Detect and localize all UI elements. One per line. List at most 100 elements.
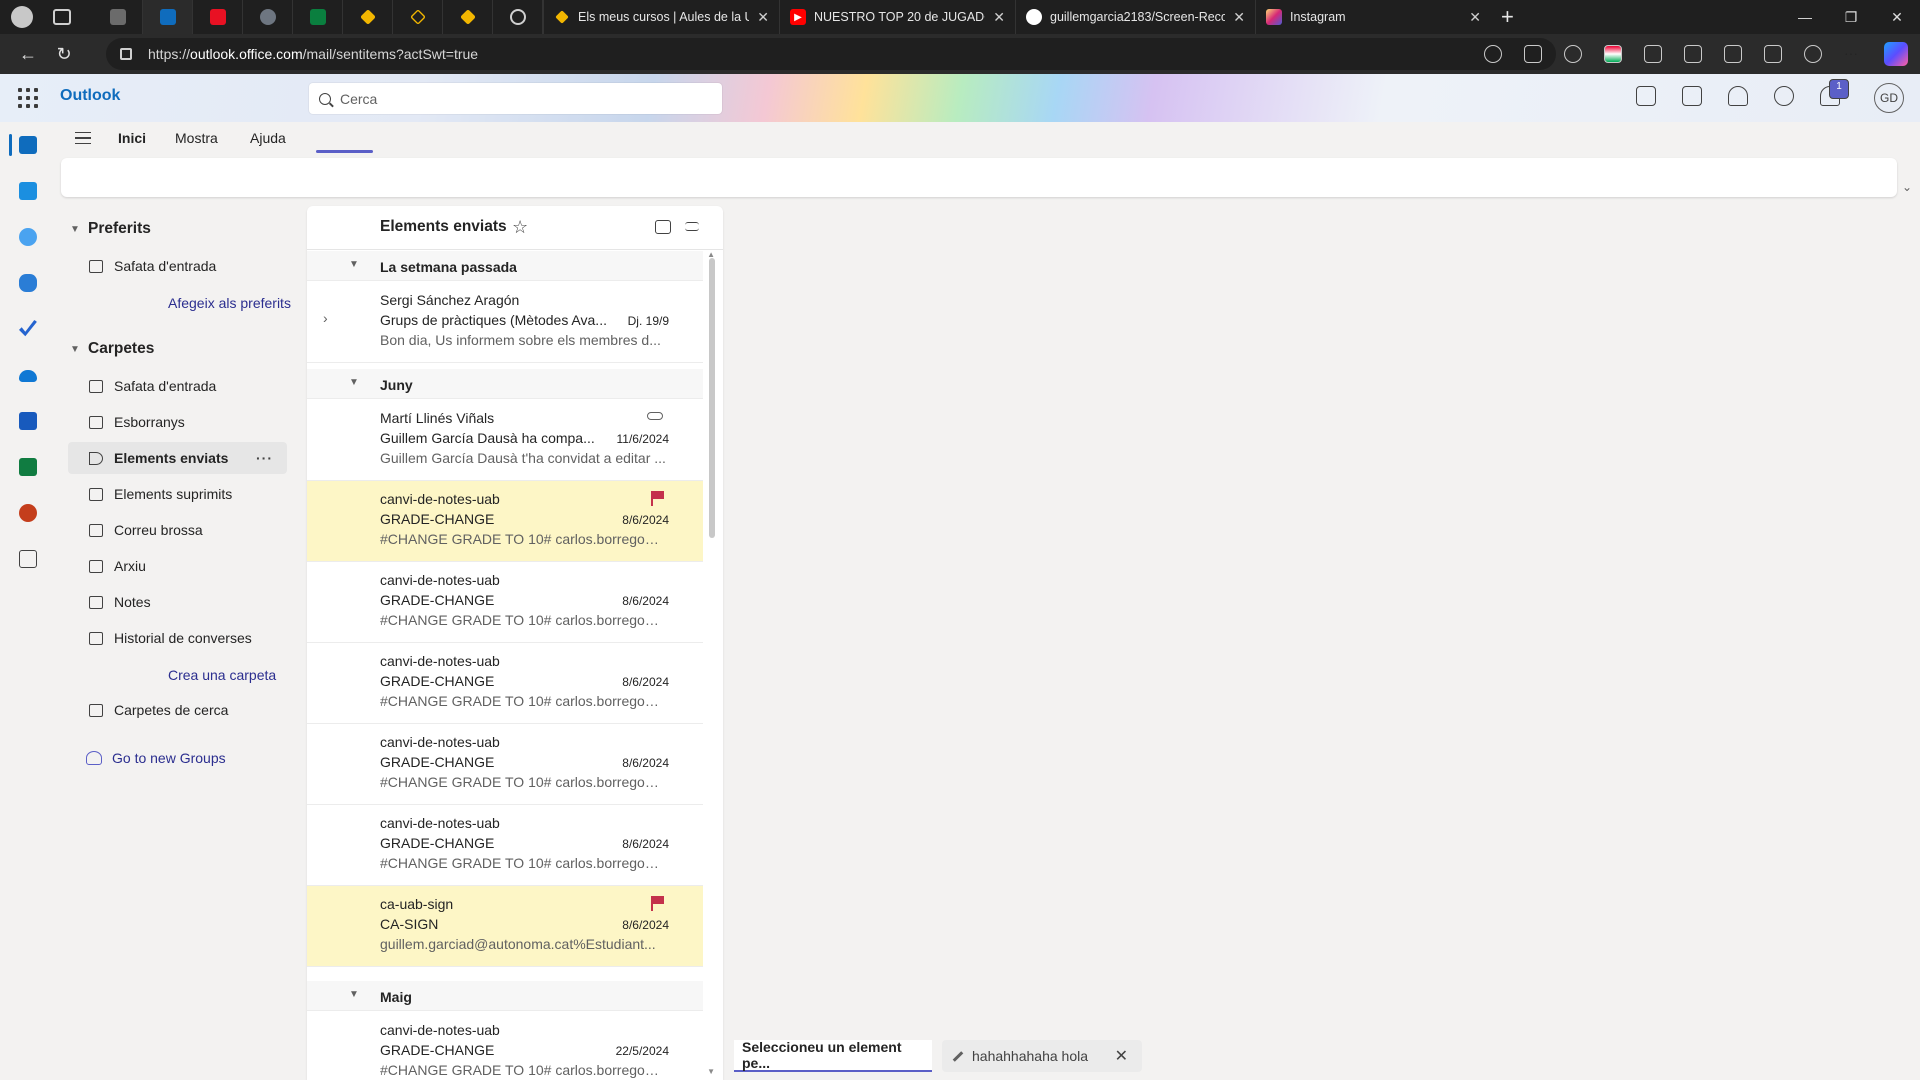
list-item[interactable]: ca-uab-sign CA-SIGN 8/6/2024 guillem.gar…	[307, 886, 703, 967]
restore-button[interactable]: ❐	[1828, 0, 1874, 34]
workspaces-icon[interactable]	[53, 9, 71, 25]
group-header[interactable]: ▼ Maig	[307, 981, 703, 1011]
list-item[interactable]: canvi-de-notes-uab GRADE-CHANGE 22/5/202…	[307, 1012, 703, 1080]
list-item[interactable]: canvi-de-notes-uab GRADE-CHANGE 8/6/2024…	[307, 562, 703, 643]
pinned-tab[interactable]	[93, 0, 143, 34]
performance-icon[interactable]	[1804, 45, 1822, 63]
close-window-button[interactable]: ✕	[1874, 0, 1920, 34]
more-icon[interactable]: ···	[1844, 45, 1862, 63]
folders-section-header[interactable]: ▼ Carpetes	[70, 340, 154, 358]
pinned-tab[interactable]	[293, 0, 343, 34]
more-apps-icon[interactable]	[19, 550, 37, 568]
favorite-star-icon[interactable]: ☆	[512, 217, 528, 238]
tracking-icon[interactable]	[1484, 45, 1502, 63]
close-tab-icon[interactable]: ✕	[1469, 9, 1481, 26]
notifications-bell-icon[interactable]	[1728, 86, 1748, 106]
tab-ajuda[interactable]: Ajuda	[250, 130, 286, 146]
back-button[interactable]: ←	[10, 44, 46, 65]
scrollbar-thumb[interactable]	[709, 258, 715, 538]
add-favorite-link[interactable]: Afegeix als preferits	[168, 295, 291, 311]
onedrive-icon[interactable]	[19, 370, 37, 382]
flag-icon[interactable]	[651, 491, 664, 506]
search-input[interactable]: Cerca	[309, 83, 722, 114]
word-icon[interactable]	[19, 412, 37, 430]
folder-item-sent[interactable]: Elements enviats ···	[68, 442, 287, 474]
groups-icon[interactable]	[19, 274, 37, 292]
calendar-icon[interactable]	[19, 182, 37, 200]
tab-select-item[interactable]: Seleccioneu un element pe...	[734, 1039, 932, 1072]
pinned-tab[interactable]	[493, 0, 543, 34]
filter-icon[interactable]	[685, 222, 699, 231]
close-tab-icon[interactable]: ✕	[1233, 9, 1245, 26]
split-screen-icon[interactable]	[1684, 45, 1702, 63]
refresh-button[interactable]: ↻	[46, 44, 82, 65]
collections-icon[interactable]	[1764, 45, 1782, 63]
go-to-groups-link[interactable]: Go to new Groups	[86, 750, 226, 766]
folder-item-search-folders[interactable]: Carpetes de cerca	[68, 694, 287, 726]
list-item[interactable]: canvi-de-notes-uab GRADE-CHANGE 8/6/2024…	[307, 805, 703, 886]
pinned-tab[interactable]	[243, 0, 293, 34]
favorites-section-header[interactable]: ▼ Preferits	[70, 220, 151, 238]
tab-inici[interactable]: Inici	[118, 130, 146, 146]
folder-item-drafts[interactable]: Esborranys	[68, 406, 287, 438]
teams-icon[interactable]	[1636, 86, 1656, 106]
profile-icon[interactable]	[11, 6, 33, 28]
flag-icon[interactable]	[651, 896, 664, 911]
list-item[interactable]: canvi-de-notes-uab GRADE-CHANGE 8/6/2024…	[307, 643, 703, 724]
close-icon[interactable]: ✕	[1115, 1046, 1128, 1066]
my-day-icon[interactable]	[1682, 86, 1702, 106]
pinned-tab[interactable]	[393, 0, 443, 34]
expand-thread-chevron-icon[interactable]: ›	[323, 310, 328, 326]
lock-icon[interactable]	[120, 48, 132, 60]
tips-lightbulb-icon[interactable]: 1	[1820, 79, 1849, 106]
close-tab-icon[interactable]: ✕	[993, 9, 1005, 26]
tab-mostra[interactable]: Mostra	[175, 130, 218, 146]
list-item[interactable]: canvi-de-notes-uab GRADE-CHANGE 8/6/2024…	[307, 724, 703, 805]
browser-tab[interactable]: guillemgarcia2183/Screen-Record ✕	[1015, 0, 1255, 34]
powerpoint-icon[interactable]	[19, 504, 37, 522]
extension-flag-icon[interactable]	[1604, 45, 1622, 63]
app-name[interactable]: Outlook	[60, 87, 120, 105]
app-launcher-icon[interactable]	[18, 88, 38, 108]
browser-tab[interactable]: Instagram ✕	[1255, 0, 1491, 34]
favorites-icon[interactable]	[1724, 45, 1742, 63]
group-header[interactable]: ▼ La setmana passada	[307, 251, 703, 281]
folder-item-inbox[interactable]: Safata d'entrada	[68, 370, 287, 402]
list-item[interactable]: › Sergi Sánchez Aragón Grups de pràctiqu…	[307, 282, 703, 363]
excel-icon[interactable]	[19, 458, 37, 476]
pinned-tab-outlook[interactable]	[143, 0, 193, 34]
scroll-down-arrow-icon[interactable]: ▼	[707, 1067, 715, 1076]
folder-item-conversation-history[interactable]: Historial de converses	[68, 622, 287, 654]
todo-icon[interactable]	[19, 320, 37, 337]
copilot-icon[interactable]	[1884, 42, 1908, 66]
new-tab-button[interactable]: +	[1501, 4, 1514, 30]
minimize-button[interactable]: —	[1782, 0, 1828, 34]
more-options-icon[interactable]: ···	[256, 450, 273, 466]
hamburger-menu-icon[interactable]	[75, 132, 91, 144]
folder-item-junk[interactable]: Correu brossa	[68, 514, 287, 546]
create-folder-link[interactable]: Crea una carpeta	[168, 667, 276, 683]
settings-gear-icon[interactable]	[1774, 86, 1794, 106]
favorite-item-inbox[interactable]: Safata d'entrada	[68, 250, 287, 282]
mail-icon[interactable]	[19, 136, 37, 154]
people-icon[interactable]	[19, 228, 37, 246]
browser-tab[interactable]: ▶ NUESTRO TOP 20 de JUGADORES ✕	[779, 0, 1015, 34]
list-item[interactable]: canvi-de-notes-uab GRADE-CHANGE 8/6/2024…	[307, 481, 703, 562]
extensions-icon[interactable]	[1644, 45, 1662, 63]
tab-draft[interactable]: hahahhahaha hola ✕	[942, 1040, 1142, 1072]
app-available-icon[interactable]	[1524, 45, 1542, 63]
favorite-star-icon[interactable]	[1564, 45, 1582, 63]
pinned-tab[interactable]	[343, 0, 393, 34]
pinned-tab[interactable]	[443, 0, 493, 34]
url-field[interactable]: https://outlook.office.com/mail/sentitem…	[106, 38, 1556, 70]
select-mode-icon[interactable]	[655, 220, 671, 234]
pinned-tab[interactable]	[193, 0, 243, 34]
folder-item-deleted[interactable]: Elements suprimits	[68, 478, 287, 510]
folder-item-notes[interactable]: Notes	[68, 586, 287, 618]
list-item[interactable]: Martí Llinés Viñals Guillem García Dausà…	[307, 400, 703, 481]
avatar[interactable]: GD	[1874, 83, 1904, 113]
ribbon-expand-chevron-icon[interactable]: ⌄	[1902, 180, 1912, 194]
close-tab-icon[interactable]: ✕	[757, 9, 769, 26]
browser-tab[interactable]: Els meus cursos | Aules de la UAB ✕	[543, 0, 779, 34]
group-header[interactable]: ▼ Juny	[307, 369, 703, 399]
